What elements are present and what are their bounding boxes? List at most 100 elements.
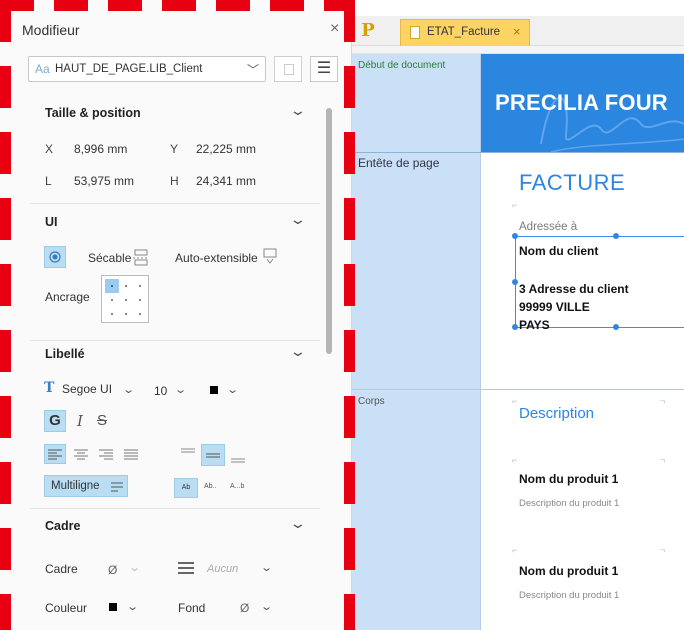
border-line-value[interactable]: Aucun xyxy=(207,563,238,575)
client-address-2[interactable]: 99999 VILLE xyxy=(519,300,590,314)
chevron-down-icon[interactable]: ⌄ xyxy=(174,383,187,396)
project-logo-icon[interactable]: P xyxy=(358,20,378,42)
font-family-value[interactable]: Segoe UI xyxy=(62,382,112,396)
bold-button[interactable]: G xyxy=(44,410,66,432)
anchor-bottom-left[interactable] xyxy=(105,307,119,321)
resize-handle[interactable] xyxy=(613,233,619,239)
hamburger-menu-icon[interactable]: ☰ xyxy=(310,56,338,82)
app-window: Modifieur × Aa HAUT_DE_PAGE.LIB_Client ﹀… xyxy=(0,0,684,630)
align-left-button[interactable] xyxy=(44,444,66,464)
cadre-label: Cadre xyxy=(45,562,78,576)
section-cadre-title[interactable]: Cadre xyxy=(45,519,80,533)
section-libelle-title[interactable]: Libellé xyxy=(45,347,85,361)
client-address-1[interactable]: 3 Adresse du client xyxy=(519,282,629,296)
band-corps[interactable]: Corps xyxy=(358,396,385,407)
auto-extensible-icon[interactable] xyxy=(262,247,278,265)
report-banner[interactable]: PRECILIA FOUR xyxy=(481,54,684,152)
case-option-1[interactable]: Ab xyxy=(174,478,198,498)
y-value[interactable]: 22,225 mm xyxy=(196,142,256,156)
valign-middle-icon xyxy=(206,453,220,458)
multiligne-label: Multiligne xyxy=(51,480,100,492)
chevron-down-icon[interactable]: ⌄ xyxy=(260,600,273,613)
target-icon xyxy=(49,251,61,263)
resize-handle[interactable] xyxy=(512,279,518,285)
product-name[interactable]: Nom du produit 1 xyxy=(519,472,618,486)
case-option-2[interactable]: Ab.. xyxy=(204,483,216,490)
align-right-icon[interactable] xyxy=(96,445,116,463)
facture-title[interactable]: FACTURE xyxy=(519,170,625,196)
client-name[interactable]: Nom du client xyxy=(519,244,598,258)
client-country[interactable]: PAYS xyxy=(519,318,550,332)
modifier-panel: Modifieur × Aa HAUT_DE_PAGE.LIB_Client ﹀… xyxy=(0,0,352,630)
banner-title: PRECILIA FOUR xyxy=(495,90,668,115)
border-color-swatch[interactable] xyxy=(109,603,117,611)
resize-handle[interactable] xyxy=(512,324,518,330)
adressee-label[interactable]: Adressée à xyxy=(519,221,577,233)
wrap-text-icon xyxy=(111,482,123,492)
fond-value[interactable]: Ø xyxy=(240,601,249,615)
divider xyxy=(30,508,320,509)
anchor-middle-right[interactable] xyxy=(133,293,147,307)
couleur-label: Couleur xyxy=(45,601,88,615)
italic-button[interactable]: I xyxy=(72,412,88,430)
h-value[interactable]: 24,341 mm xyxy=(196,174,256,188)
x-label: X xyxy=(45,142,54,156)
valign-middle-button[interactable] xyxy=(201,444,225,466)
anchor-grid[interactable] xyxy=(101,275,149,323)
visibility-toggle[interactable] xyxy=(44,246,66,268)
cadre-value[interactable]: Ø xyxy=(108,563,117,577)
text-color-swatch[interactable] xyxy=(210,386,218,394)
font-size-value[interactable]: 10 xyxy=(154,384,167,398)
panel-scrollbar[interactable] xyxy=(326,108,332,354)
section-taille-title[interactable]: Taille & position xyxy=(45,106,141,120)
chevron-down-icon[interactable]: ⌄ xyxy=(289,102,307,119)
anchor-top-right[interactable] xyxy=(133,279,147,293)
product-description[interactable]: Description du produit 1 xyxy=(519,590,619,601)
product-name[interactable]: Nom du produit 1 xyxy=(519,564,618,578)
element-selector[interactable]: Aa HAUT_DE_PAGE.LIB_Client ﹀ xyxy=(28,56,266,82)
anchor-bottom-right[interactable] xyxy=(133,307,147,321)
band-separator xyxy=(352,152,684,153)
description-header[interactable]: Description xyxy=(519,405,594,422)
l-value[interactable]: 53,975 mm xyxy=(74,174,134,188)
chevron-down-icon[interactable]: ⌄ xyxy=(226,383,239,396)
anchor-top-left[interactable] xyxy=(105,279,119,293)
product-description[interactable]: Description du produit 1 xyxy=(519,498,619,509)
chevron-down-icon[interactable]: ⌄ xyxy=(122,383,135,396)
band-separator xyxy=(352,389,684,390)
auto-extensible-label: Auto-extensible xyxy=(175,251,258,265)
x-value[interactable]: 8,996 mm xyxy=(74,142,127,156)
chevron-down-icon[interactable]: ⌄ xyxy=(128,561,141,574)
ruler xyxy=(352,46,684,54)
border-style-icon[interactable] xyxy=(176,558,196,578)
align-center-icon[interactable] xyxy=(71,445,91,463)
valign-top-icon[interactable] xyxy=(178,444,198,462)
anchor-middle-left[interactable] xyxy=(105,293,119,307)
valign-bottom-icon[interactable] xyxy=(228,446,248,466)
anchor-bottom-center[interactable] xyxy=(119,307,133,321)
strikethrough-button[interactable]: S xyxy=(94,412,110,429)
resize-handle[interactable] xyxy=(512,233,518,239)
case-option-3[interactable]: A...b xyxy=(230,483,244,490)
close-icon[interactable]: × xyxy=(513,24,521,39)
highlight-frame-left xyxy=(0,0,11,630)
ancrage-label: Ancrage xyxy=(45,290,90,304)
align-justify-icon[interactable] xyxy=(121,445,141,463)
chevron-down-icon[interactable]: ⌄ xyxy=(260,561,273,574)
secable-icon[interactable] xyxy=(132,248,150,266)
anchor-top-center[interactable] xyxy=(119,279,133,293)
chevron-down-icon[interactable]: ⌄ xyxy=(289,211,307,228)
resize-handle[interactable] xyxy=(613,324,619,330)
field-corner-mark: ⌐ xyxy=(512,396,518,406)
multiligne-button[interactable]: Multiligne xyxy=(44,475,128,497)
section-ui-title[interactable]: UI xyxy=(45,215,58,229)
tab-etat-facture[interactable]: ETAT_Facture × xyxy=(400,19,530,46)
close-icon[interactable]: × xyxy=(330,20,339,38)
chevron-down-icon[interactable]: ⌄ xyxy=(126,600,139,613)
band-entete-page[interactable]: Entête de page xyxy=(358,156,439,170)
anchor-middle-center[interactable] xyxy=(119,293,133,307)
chevron-down-icon[interactable]: ⌄ xyxy=(289,343,307,360)
chevron-down-icon[interactable]: ⌄ xyxy=(289,515,307,532)
new-element-button[interactable] xyxy=(274,56,302,82)
band-debut-document[interactable]: Début de document xyxy=(358,60,445,71)
